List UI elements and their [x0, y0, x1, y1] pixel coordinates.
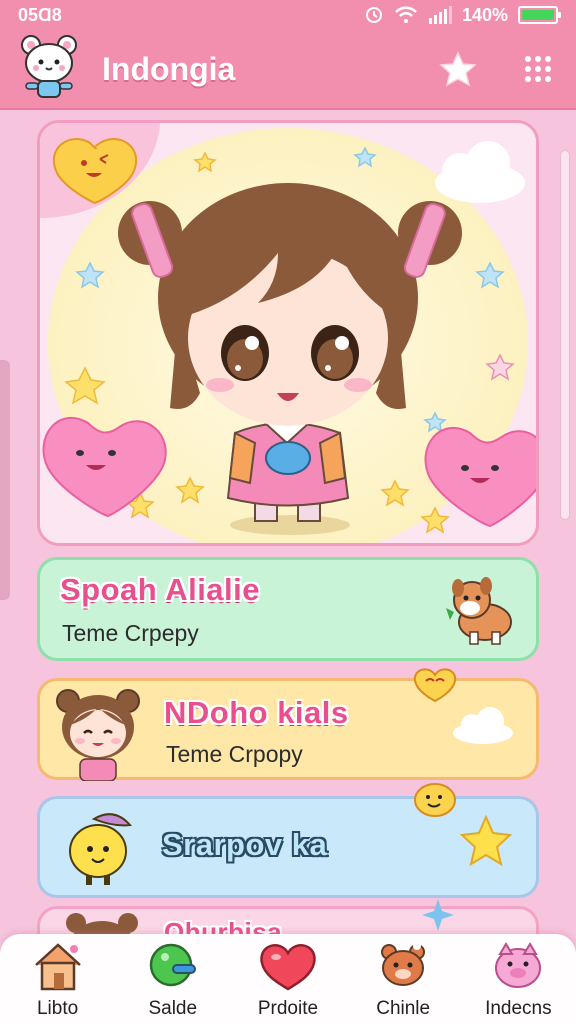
- list-card[interactable]: NDoho kials Teme Crpopy: [37, 668, 539, 782]
- nav-item-prdoite[interactable]: Prdoite: [233, 940, 343, 1020]
- lemon-hat-icon: [64, 805, 140, 892]
- nav-item-indecns[interactable]: Indecns: [463, 940, 573, 1020]
- app-header: Indongia: [0, 30, 576, 108]
- card-subtitle: Teme Crpepy: [62, 620, 199, 646]
- heart-bubble-icon: [412, 665, 458, 708]
- nav-label: Libto: [36, 998, 79, 1019]
- card-title: Spoah Alialie: [60, 572, 261, 607]
- star-icon[interactable]: [438, 49, 478, 89]
- pig-icon: [490, 940, 546, 992]
- status-icons: 140%: [364, 4, 561, 26]
- chibi-bear-girl-icon: [52, 685, 144, 786]
- list-card[interactable]: Srarpov ka: [37, 783, 539, 898]
- status-bar: 05Ɑ8 140%: [0, 0, 576, 30]
- app-title: Indongia: [102, 50, 236, 87]
- signal-icon: [428, 6, 452, 24]
- scrollbar[interactable]: [560, 150, 570, 520]
- mascot-logo: [18, 33, 80, 106]
- house-icon: [30, 940, 86, 992]
- nav-item-salde[interactable]: Salde: [118, 940, 228, 1020]
- alarm-icon: [364, 5, 384, 25]
- battery-icon: [518, 6, 561, 24]
- sparkle-icon: [420, 897, 456, 936]
- bear-icon: [375, 940, 431, 992]
- nav-label: Chinle: [376, 998, 431, 1019]
- nav-item-libto[interactable]: Libto: [3, 940, 113, 1020]
- card-subtitle: Teme Crpopy: [166, 741, 303, 767]
- chibi-girl-illustration: [40, 123, 536, 543]
- card-title: NDoho kials: [164, 695, 349, 730]
- star-icon: [458, 814, 514, 874]
- nav-label: Indecns: [485, 998, 552, 1019]
- hero-card[interactable]: [37, 120, 539, 546]
- left-scroll-indicator: [0, 360, 10, 600]
- wifi-icon: [394, 5, 418, 25]
- green-ball-icon: [145, 940, 201, 992]
- status-time: 05Ɑ8: [18, 4, 62, 25]
- list-card[interactable]: Spoah Alialie Teme Crpepy: [37, 557, 539, 661]
- battery-percent: 140%: [461, 4, 508, 25]
- grid-icon[interactable]: [518, 49, 558, 89]
- puppy-icon: [440, 572, 520, 653]
- nav-label: Salde: [148, 998, 198, 1019]
- card-title: Srarpov ka: [162, 827, 328, 862]
- bottom-nav: Libto Salde Prdoite Chinle Indecns: [0, 934, 576, 1024]
- nav-label: Prdoite: [257, 998, 319, 1019]
- heart-icon: [260, 940, 316, 992]
- nav-item-chinle[interactable]: Chinle: [348, 940, 458, 1020]
- cloud-icon: [450, 705, 516, 750]
- smiley-bubble-icon: [412, 781, 458, 824]
